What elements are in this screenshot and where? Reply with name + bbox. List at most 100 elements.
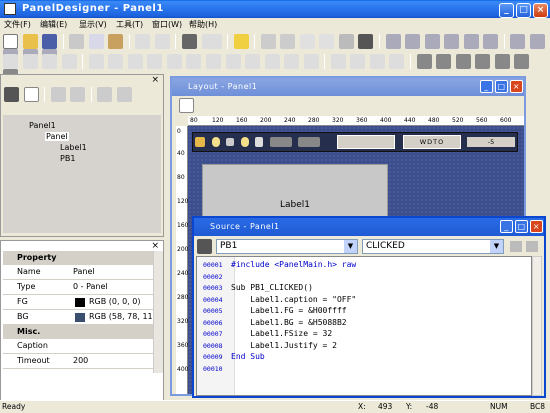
tree-panel-node[interactable]: Panel xyxy=(45,132,69,141)
panel-tool-icon[interactable] xyxy=(3,54,18,69)
source-close-button[interactable]: × xyxy=(530,220,543,233)
frame-tool-icon[interactable] xyxy=(303,54,319,69)
space-v-icon[interactable] xyxy=(529,34,545,49)
align-middle-icon[interactable] xyxy=(463,34,479,49)
text-tool-icon[interactable] xyxy=(22,54,38,69)
menu-edit[interactable]: 编辑(E) xyxy=(40,18,67,32)
grid-tool-icon[interactable] xyxy=(350,54,366,69)
line-tool-icon[interactable] xyxy=(245,54,261,69)
combo-tool-icon[interactable] xyxy=(166,54,182,69)
edit-tool-icon[interactable] xyxy=(147,54,163,69)
align-right-icon[interactable] xyxy=(424,34,440,49)
align-bottom-icon[interactable] xyxy=(483,34,499,49)
prop-value[interactable]: Panel xyxy=(73,265,95,279)
tree-item-label1[interactable]: Label1 xyxy=(60,143,87,152)
radio-tool-icon[interactable] xyxy=(127,54,143,69)
align-left-icon[interactable] xyxy=(385,34,401,49)
layout-close-button[interactable]: × xyxy=(510,80,523,93)
order-front-icon[interactable] xyxy=(416,54,432,69)
layout-minimize-button[interactable]: _ xyxy=(480,80,493,93)
slider-tool-icon[interactable] xyxy=(225,54,241,69)
label-tool-icon[interactable] xyxy=(42,54,58,69)
rect-select-icon[interactable] xyxy=(338,34,354,49)
code-editor[interactable]: 00001 #include <PanelMain.h> raw 00002 00… xyxy=(196,256,532,396)
slider-control[interactable]: -5 xyxy=(467,137,515,147)
prop-value[interactable]: RGB (58, 78, 11 xyxy=(89,310,153,324)
image-tool-icon[interactable] xyxy=(206,54,222,69)
minimize-button[interactable]: _ xyxy=(499,3,514,18)
menu-help[interactable]: 帮助(H) xyxy=(189,18,217,32)
menu-file[interactable]: 文件(F) xyxy=(4,18,31,32)
chevron-down-icon[interactable]: ▼ xyxy=(344,240,357,253)
order-back-icon[interactable] xyxy=(436,54,452,69)
layout-maximize-button[interactable]: □ xyxy=(495,80,508,93)
button-tool-icon[interactable] xyxy=(88,54,104,69)
outdent-icon[interactable] xyxy=(526,241,538,252)
move-down-icon[interactable] xyxy=(116,87,132,102)
chevron-down-icon[interactable]: ▼ xyxy=(490,240,503,253)
radio-icon[interactable] xyxy=(298,137,321,147)
redo-icon[interactable] xyxy=(154,34,170,49)
group-icon[interactable] xyxy=(494,54,510,69)
pen-icon[interactable] xyxy=(255,137,264,147)
order-forward-icon[interactable] xyxy=(455,54,471,69)
copy-icon[interactable] xyxy=(88,34,104,49)
prop-value[interactable]: 200 xyxy=(73,354,88,368)
tree-close-icon[interactable]: × xyxy=(151,75,159,85)
hand-tool-icon[interactable] xyxy=(195,137,205,147)
print-icon[interactable] xyxy=(182,34,198,49)
order-backward-icon[interactable] xyxy=(475,54,491,69)
page-view-icon[interactable] xyxy=(23,87,39,102)
tree-root[interactable]: Panel1 xyxy=(29,121,56,130)
checkbox-tool-icon[interactable] xyxy=(108,54,124,69)
menu-view[interactable]: 显示(V) xyxy=(79,18,107,32)
zoom-icon[interactable] xyxy=(260,34,276,49)
align-center-icon[interactable] xyxy=(405,34,421,49)
fullscreen-icon[interactable] xyxy=(358,34,374,49)
timer-tool-icon[interactable] xyxy=(330,54,346,69)
object-select[interactable]: PB1 ▼ xyxy=(216,239,358,254)
move-up-icon[interactable] xyxy=(97,87,113,102)
source-panel-icon[interactable] xyxy=(197,239,212,254)
flat-icon[interactable] xyxy=(70,87,86,102)
tree-icon[interactable] xyxy=(50,87,66,102)
panel-view-icon[interactable] xyxy=(4,87,19,102)
hand-icon[interactable] xyxy=(299,34,315,49)
bulb-icon[interactable] xyxy=(211,137,220,147)
stop-icon[interactable] xyxy=(226,138,235,146)
indent-icon[interactable] xyxy=(510,241,522,252)
menu-tools[interactable]: 工具(T) xyxy=(116,18,143,32)
prop-value[interactable]: RGB (0, 0, 0) xyxy=(89,295,140,309)
maximize-button[interactable]: □ xyxy=(516,3,531,18)
space-h-icon[interactable] xyxy=(510,34,526,49)
menu-window[interactable]: 窗口(W) xyxy=(152,18,182,32)
pan-icon[interactable] xyxy=(319,34,335,49)
help-icon[interactable] xyxy=(233,34,249,49)
event-select[interactable]: CLICKED ▼ xyxy=(362,239,504,254)
wdto-button[interactable]: WDTO xyxy=(403,135,461,149)
props-scrollbar[interactable] xyxy=(153,251,163,373)
prop-value[interactable]: 0 - Panel xyxy=(73,280,108,294)
tree-item-pb1[interactable]: PB1 xyxy=(60,154,75,163)
close-button[interactable]: × xyxy=(533,3,548,18)
ungroup-icon[interactable] xyxy=(514,54,530,69)
ellipse-tool-icon[interactable] xyxy=(284,54,300,69)
tab-tool-icon[interactable] xyxy=(389,54,405,69)
code-scrollbar[interactable] xyxy=(532,256,542,396)
bulb-icon[interactable] xyxy=(240,137,249,147)
zoom-out-icon[interactable] xyxy=(280,34,296,49)
undo-icon[interactable] xyxy=(135,34,151,49)
progress-tool-icon[interactable] xyxy=(369,54,385,69)
rect-tool-icon[interactable] xyxy=(264,54,280,69)
new-file-icon[interactable] xyxy=(3,34,18,49)
open-folder-icon[interactable] xyxy=(22,34,38,49)
align-top-icon[interactable] xyxy=(444,34,460,49)
list-tool-icon[interactable] xyxy=(186,54,202,69)
save-icon[interactable] xyxy=(42,34,58,49)
radio-icon[interactable] xyxy=(269,137,292,147)
source-maximize-button[interactable]: □ xyxy=(515,220,528,233)
layout-page-icon[interactable] xyxy=(179,98,194,113)
props-close-icon[interactable]: × xyxy=(151,241,159,251)
paste-icon[interactable] xyxy=(108,34,124,49)
source-minimize-button[interactable]: _ xyxy=(500,220,513,233)
